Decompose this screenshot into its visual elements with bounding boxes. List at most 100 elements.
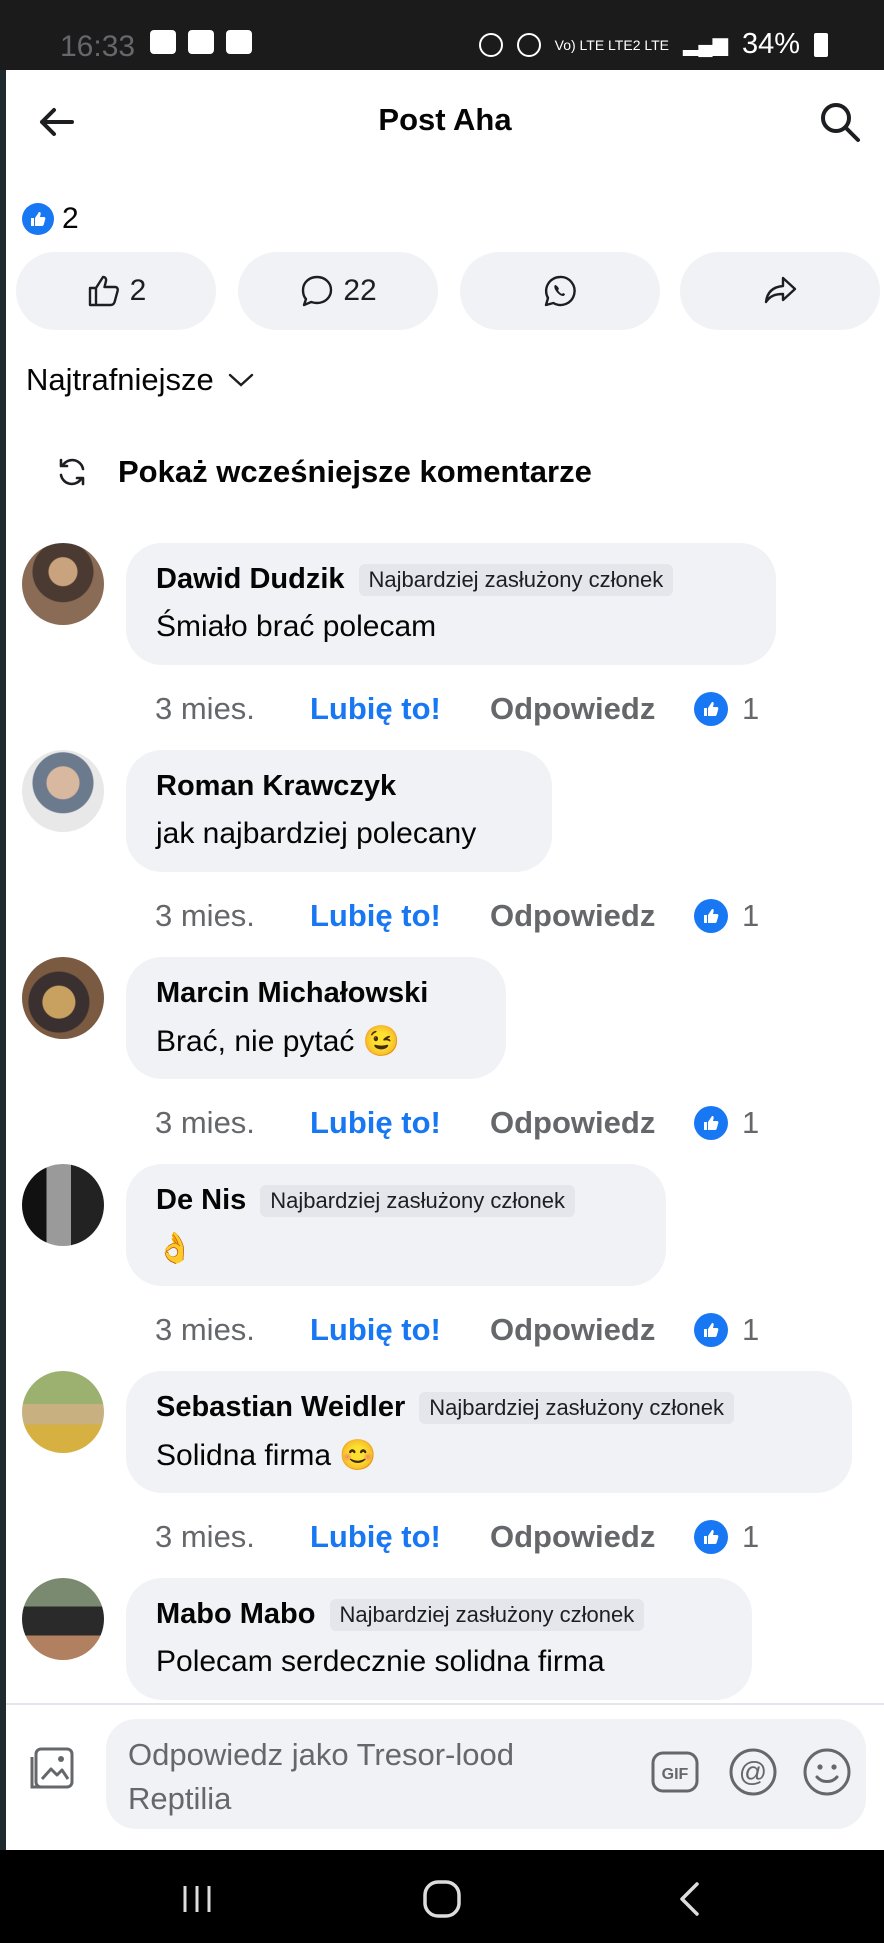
battery-percent: 34% — [741, 28, 800, 60]
system-nav-bar — [0, 1850, 884, 1943]
comment-item: Dawid Dudzik Najbardziej zasłużony człon… — [6, 543, 884, 750]
comment-bubble: Mabo Mabo Najbardziej zasłużony członek … — [126, 1578, 752, 1700]
at-icon[interactable]: @ — [726, 1745, 780, 1799]
comment-text: jak najbardziej polecany — [156, 817, 477, 850]
like-icon — [88, 275, 119, 307]
whatsapp-share-button[interactable] — [460, 252, 660, 330]
like-button[interactable]: 2 — [16, 252, 216, 330]
comment-bubble: Sebastian Weidler Najbardziej zasłużony … — [126, 1371, 852, 1493]
reaction-count: 1 — [742, 691, 760, 726]
comment-author[interactable]: Sebastian Weidler — [156, 1391, 405, 1424]
avatar[interactable] — [22, 1371, 104, 1453]
comment-author[interactable]: Marcin Michałowski — [156, 977, 428, 1010]
comment-meta: 3 mies. Lubię to! Odpowiedz 1 — [155, 1105, 759, 1141]
share-button[interactable] — [680, 252, 880, 330]
chevron-down-icon — [228, 373, 254, 387]
avatar[interactable] — [22, 750, 104, 832]
reply-link[interactable]: Odpowiedz — [490, 898, 694, 934]
reaction-summary[interactable]: 2 — [22, 202, 79, 236]
svg-text:@: @ — [739, 1756, 767, 1787]
comment-text: Brać, nie pytać — [156, 1024, 355, 1058]
like-reaction-icon — [694, 1520, 728, 1554]
member-badge: Najbardziej zasłużony członek — [260, 1184, 575, 1217]
comment-author[interactable]: Dawid Dudzik — [156, 563, 345, 596]
comment-item: Roman Krawczyk jak najbardziej polecany … — [6, 750, 884, 957]
avatar[interactable] — [22, 1164, 104, 1246]
reply-link[interactable]: Odpowiedz — [490, 691, 694, 727]
gallery-notification-icon — [150, 30, 176, 54]
like-link[interactable]: Lubię to! — [310, 691, 490, 727]
alarm-icon — [478, 32, 503, 57]
whatsapp-icon — [544, 275, 576, 307]
home-icon[interactable] — [417, 1874, 467, 1924]
comment-icon — [302, 275, 333, 307]
reply-composer: Odpowiedz jako Tresor-lood Reptilia GIF … — [6, 1703, 884, 1850]
member-badge: Najbardziej zasłużony członek — [419, 1391, 734, 1424]
comment-time: 3 mies. — [155, 898, 255, 933]
discord-notification-icon — [226, 30, 252, 54]
comment-text: Polecam serdecznie solidna firma — [156, 1645, 605, 1678]
reply-placeholder: Odpowiedz jako Tresor-lood Reptilia — [128, 1737, 514, 1816]
comment-reactions[interactable]: 1 — [694, 898, 759, 934]
comment-time: 3 mies. — [155, 691, 255, 726]
comment-bubble: Roman Krawczyk jak najbardziej polecany — [126, 750, 552, 872]
emoji-icon[interactable] — [800, 1745, 854, 1799]
reply-link[interactable]: Odpowiedz — [490, 1312, 694, 1348]
avatar[interactable] — [22, 1578, 104, 1660]
battery-icon — [814, 32, 828, 57]
like-count: 2 — [129, 274, 147, 307]
comment-reactions[interactable]: 1 — [694, 1105, 759, 1141]
show-previous-comments[interactable]: Pokaż wcześniejsze komentarze — [56, 454, 592, 490]
gif-icon[interactable]: GIF — [650, 1749, 700, 1795]
comment-author[interactable]: Mabo Mabo — [156, 1598, 316, 1631]
like-link[interactable]: Lubię to! — [310, 1105, 490, 1141]
reaction-count: 1 — [742, 1519, 760, 1554]
like-reaction-icon — [694, 692, 728, 726]
status-right: Vo) LTE LTE2 LTE ▂▄▆ 34% — [478, 28, 828, 61]
wink-emoji: 😉 — [362, 1025, 400, 1058]
reaction-count: 1 — [742, 1312, 760, 1347]
page-title: Post Aha — [378, 102, 512, 137]
system-back-icon[interactable] — [665, 1874, 715, 1924]
recent-apps-icon[interactable] — [172, 1874, 222, 1924]
like-reaction-icon — [694, 899, 728, 933]
app-screen: Post Aha 2 2 22 Najtrafniejsze Pokaż wcz… — [6, 70, 884, 1850]
comment-time: 3 mies. — [155, 1519, 255, 1554]
comment-reactions[interactable]: 1 — [694, 691, 759, 727]
comment-text: Śmiało brać polecam — [156, 610, 437, 643]
signal-icon: ▂▄▆ — [683, 34, 728, 56]
member-badge: Najbardziej zasłużony członek — [329, 1598, 645, 1631]
like-link[interactable]: Lubię to! — [310, 898, 490, 934]
like-reaction-icon — [694, 1106, 728, 1140]
comment-bubble: De Nis Najbardziej zasłużony członek 👌 — [126, 1164, 666, 1286]
comment-author[interactable]: De Nis — [156, 1184, 246, 1217]
search-icon[interactable] — [816, 98, 864, 146]
status-bar: 16:33 Vo) LTE LTE2 LTE ▂▄▆ 34% — [0, 0, 884, 70]
reply-link[interactable]: Odpowiedz — [490, 1519, 694, 1555]
comment-time: 3 mies. — [155, 1312, 255, 1347]
comment-button[interactable]: 22 — [238, 252, 438, 330]
like-reaction-icon — [694, 1313, 728, 1347]
reply-input[interactable]: Odpowiedz jako Tresor-lood Reptilia GIF … — [106, 1719, 866, 1829]
comment-author[interactable]: Roman Krawczyk — [156, 770, 396, 803]
sort-label: Najtrafniejsze — [26, 362, 214, 397]
comment-text: Solidna firma — [156, 1438, 332, 1472]
avatar[interactable] — [22, 543, 104, 625]
like-reaction-icon — [22, 203, 54, 235]
comment-reactions[interactable]: 1 — [694, 1312, 759, 1348]
avatar[interactable] — [22, 957, 104, 1039]
top-app-bar: Post Aha — [6, 70, 884, 175]
sort-dropdown[interactable]: Najtrafniejsze — [26, 362, 254, 398]
comment-meta: 3 mies. Lubię to! Odpowiedz 1 — [155, 898, 759, 934]
ok-hand-emoji: 👌 — [156, 1232, 194, 1265]
comment-meta: 3 mies. Lubię to! Odpowiedz 1 — [155, 1312, 759, 1348]
like-link[interactable]: Lubię to! — [310, 1312, 490, 1348]
reply-link[interactable]: Odpowiedz — [490, 1105, 694, 1141]
comment-meta: 3 mies. Lubię to! Odpowiedz 1 — [155, 1519, 759, 1555]
photo-icon[interactable] — [28, 1743, 78, 1793]
svg-text:GIF: GIF — [662, 1766, 689, 1783]
notification-icons — [150, 30, 252, 54]
network-label: Vo) LTE LTE2 LTE — [554, 36, 670, 53]
comment-reactions[interactable]: 1 — [694, 1519, 759, 1555]
like-link[interactable]: Lubię to! — [310, 1519, 490, 1555]
